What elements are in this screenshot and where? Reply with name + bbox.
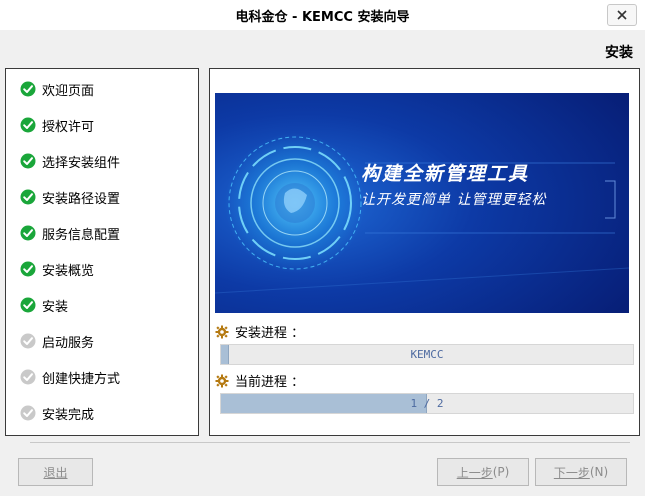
step-item: 安装概览 [20, 257, 94, 281]
next-button[interactable]: 下一步 (N) [535, 458, 627, 486]
step-item: 服务信息配置 [20, 221, 120, 245]
exit-button[interactable]: 退出 [18, 458, 93, 486]
next-button-shortcut: (N) [589, 465, 609, 479]
step-item: 启动服务 [20, 329, 94, 353]
step-label: 安装 [42, 299, 69, 315]
check-circle-icon [20, 261, 36, 277]
step-item: 欢迎页面 [20, 77, 94, 101]
main-panel: 构建全新管理工具 让开发更简单 让管理更轻松 安装进程 ： KEMCC 当前进程… [209, 68, 640, 436]
step-label: 欢迎页面 [42, 83, 95, 99]
current-progress-caption: 1 / 2 [410, 397, 444, 410]
check-circle-icon [20, 153, 36, 169]
close-icon [617, 10, 627, 20]
previous-button-shortcut: (P) [492, 465, 510, 479]
previous-button[interactable]: 上一步 (P) [437, 458, 529, 486]
check-circle-icon [20, 189, 36, 205]
install-progress-bar: KEMCC [220, 344, 634, 365]
install-progress-label: 安装进程 ： [215, 322, 304, 341]
current-progress-bar: 1 / 2 [220, 393, 634, 414]
next-button-label: 下一步 [553, 465, 590, 480]
steps-panel: 欢迎页面授权许可选择安装组件 安装路径设置 服务信息配置 安装概览安装启动服务创建快捷… [5, 68, 199, 436]
check-circle-icon [20, 81, 36, 97]
step-label: 选择安装组件 [42, 155, 121, 171]
step-label: 启动服务 [42, 335, 95, 351]
close-button[interactable] [607, 4, 637, 26]
gear-icon [215, 325, 229, 338]
check-circle-icon [20, 297, 36, 313]
current-progress-text: 当前进程 ： [235, 375, 305, 390]
install-progress-text: 安装进程 ： [235, 326, 305, 341]
step-item: 安装 [20, 293, 68, 317]
step-item: 安装路径设置 [20, 185, 120, 209]
step-label: 安装路径设置 [42, 191, 121, 207]
exit-button-label: 退出 [43, 465, 68, 480]
step-label: 安装概览 [42, 263, 95, 279]
window-title: 电科金仓 - KEMCC 安装向导 [235, 9, 410, 25]
step-label: 授权许可 [42, 119, 95, 135]
install-progress-caption: KEMCC [410, 348, 444, 361]
gear-icon [215, 374, 229, 387]
banner-title: 构建全新管理工具 [361, 163, 530, 185]
check-circle-icon [20, 225, 36, 241]
banner-subtitle: 让开发更简单 让管理更轻松 [361, 192, 547, 208]
step-item: 安装完成 [20, 401, 94, 425]
step-label: 安装完成 [42, 407, 95, 423]
step-label: 创建快捷方式 [42, 371, 121, 387]
step-item: 授权许可 [20, 113, 94, 137]
previous-button-label: 上一步 [456, 465, 493, 480]
check-circle-icon [20, 405, 36, 421]
banner-image: 构建全新管理工具 让开发更简单 让管理更轻松 [215, 93, 629, 313]
wizard-window: 安装 欢迎页面 授权许可 选择安装组件 安装路径设置 服务信息配置 安装概览 安装 启动服务创… [0, 30, 645, 496]
check-circle-icon [20, 117, 36, 133]
page-title: 安装 [605, 45, 633, 61]
footer-divider [30, 442, 630, 443]
title-bar: 电科金仓 - KEMCC 安装向导 [0, 0, 645, 30]
check-circle-icon [20, 333, 36, 349]
step-item: 选择安装组件 [20, 149, 120, 173]
step-label: 服务信息配置 [42, 227, 121, 243]
step-item: 创建快捷方式 [20, 365, 120, 389]
check-circle-icon [20, 369, 36, 385]
current-progress-label: 当前进程 ： [215, 371, 304, 390]
